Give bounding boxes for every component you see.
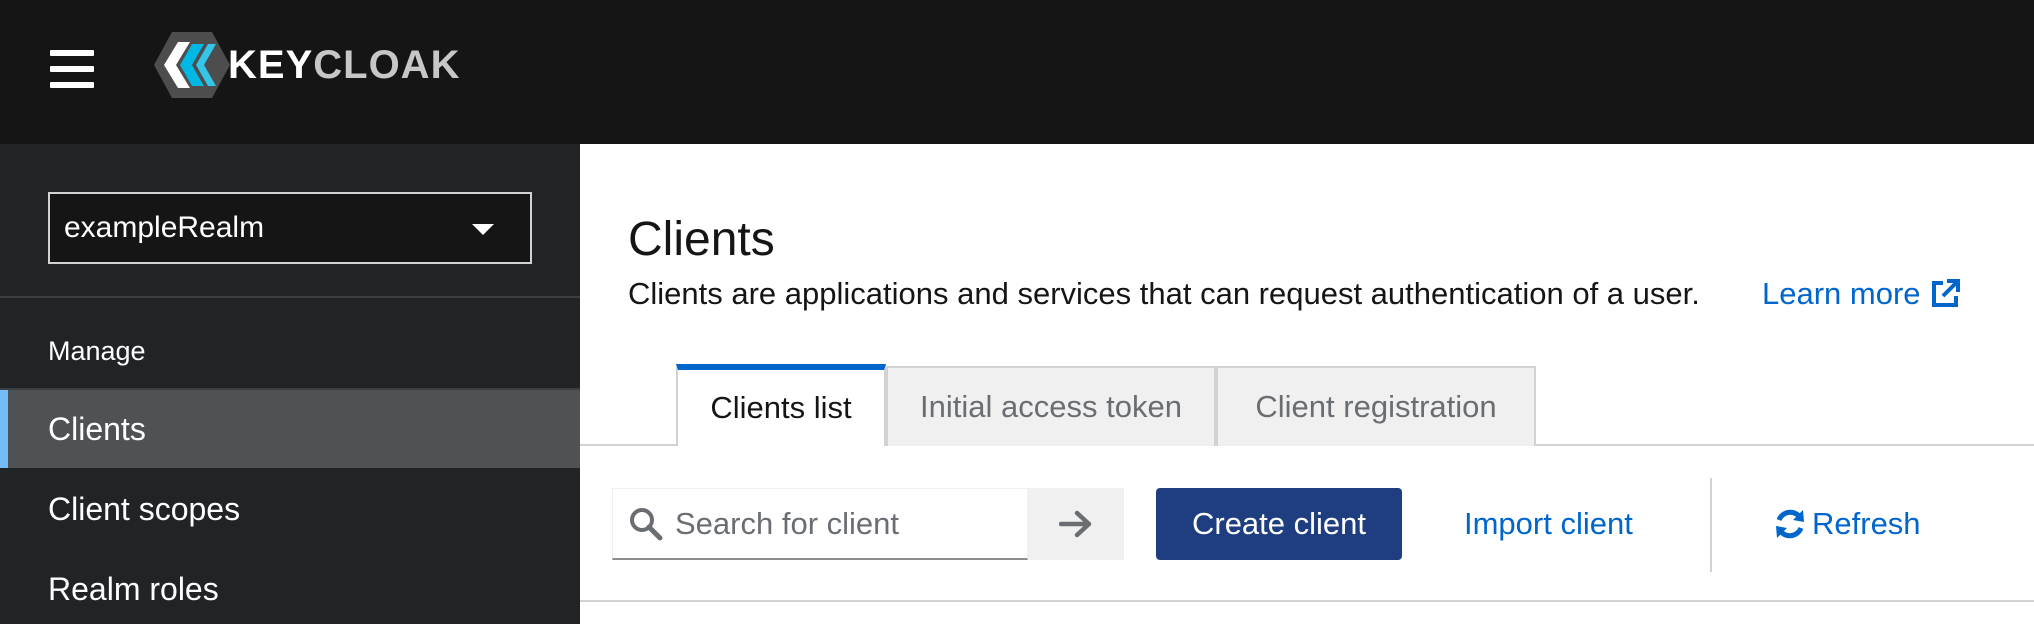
sidebar-item-clients[interactable]: Clients: [0, 390, 580, 468]
brand[interactable]: KEYCLOAK: [152, 30, 460, 100]
refresh-icon: [1776, 509, 1804, 539]
search-icon: [630, 508, 663, 541]
tab-label: Client registration: [1255, 389, 1497, 424]
tab-label: Clients list: [710, 390, 852, 425]
hamburger-menu-icon[interactable]: [50, 48, 96, 90]
realm-selector[interactable]: exampleRealm: [48, 192, 532, 264]
tab-clients-list[interactable]: Clients list: [676, 364, 886, 446]
external-link-icon: [1931, 279, 1960, 307]
create-client-button[interactable]: Create client: [1156, 488, 1402, 560]
search-box: [612, 488, 1028, 560]
keycloak-logo-icon: [154, 32, 230, 98]
page-title: Clients: [628, 213, 775, 266]
masthead: KEYCLOAK: [0, 0, 2034, 144]
sidebar-item-label: Realm roles: [48, 570, 219, 607]
learn-more-label: Learn more: [1762, 276, 1921, 311]
search-submit-button[interactable]: [1028, 488, 1124, 560]
main-content: Clients Clients are applications and ser…: [580, 144, 2034, 624]
refresh-label: Refresh: [1812, 506, 1921, 541]
tab-label: Initial access token: [920, 389, 1182, 424]
caret-down-icon: [472, 224, 494, 235]
page-description: Clients are applications and services th…: [628, 276, 1700, 311]
sidebar: exampleRealm Manage Clients Client scope…: [0, 144, 580, 624]
toolbar-divider: [1710, 478, 1712, 572]
sidebar-item-realm-roles[interactable]: Realm roles: [0, 550, 580, 624]
learn-more-link[interactable]: Learn more: [1762, 276, 1961, 312]
tab-initial-access-token[interactable]: Initial access token: [886, 366, 1216, 446]
divider: [0, 296, 580, 298]
import-client-button[interactable]: Import client: [1464, 488, 1633, 560]
brand-wordmark: KEYCLOAK: [228, 42, 461, 87]
sidebar-item-client-scopes[interactable]: Client scopes: [0, 470, 580, 548]
realm-selector-label: exampleRealm: [64, 211, 265, 244]
arrow-right-icon: [1059, 510, 1092, 538]
refresh-button[interactable]: Refresh: [1774, 488, 1921, 560]
search-input[interactable]: [675, 501, 1015, 547]
tab-client-registration[interactable]: Client registration: [1216, 366, 1536, 446]
toolbar-bottom-divider: [580, 600, 2034, 602]
sidebar-item-label: Client scopes: [48, 490, 241, 527]
nav-section-manage: Manage: [48, 336, 146, 366]
sidebar-item-label: Clients: [48, 410, 146, 447]
